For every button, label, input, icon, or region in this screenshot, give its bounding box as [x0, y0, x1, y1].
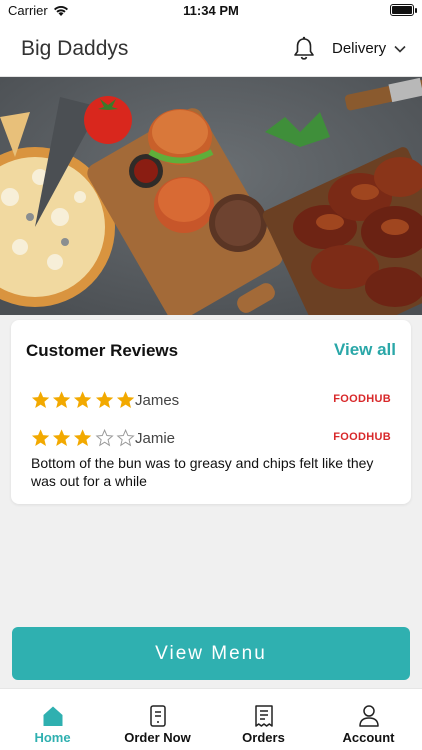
bottom-nav: Home Order Now Orders Account	[0, 688, 422, 750]
nav-home[interactable]: Home	[0, 689, 105, 750]
star-filled-icon	[95, 391, 113, 408]
reviewer-name: James	[135, 391, 180, 409]
status-bar: Carrier 11:34 PM	[0, 0, 422, 22]
star-filled-icon	[74, 391, 92, 408]
nav-label: Order Now	[124, 730, 191, 745]
reviewer-name: Jamie	[135, 429, 176, 447]
review-row: Jamie FOODHUB	[31, 427, 391, 449]
star-empty-icon	[95, 428, 114, 447]
foodhub-logo: FOODHUB	[333, 431, 391, 443]
food-banner-image	[0, 77, 422, 315]
delivery-selector[interactable]: Delivery	[332, 40, 406, 57]
star-rating	[31, 390, 135, 410]
nav-label: Home	[34, 730, 71, 745]
delivery-label: Delivery	[332, 40, 387, 57]
star-filled-icon	[74, 429, 92, 446]
nav-label: Orders	[242, 730, 285, 745]
star-filled-icon	[31, 391, 50, 408]
hero-banner	[0, 77, 422, 315]
nav-label: Account	[342, 730, 395, 745]
view-all-link[interactable]: View all	[334, 340, 396, 360]
nav-account[interactable]: Account	[316, 689, 421, 750]
battery-icon	[390, 4, 417, 16]
nav-order-now[interactable]: Order Now	[105, 689, 210, 750]
chevron-down-icon	[394, 45, 406, 53]
star-filled-icon	[53, 429, 71, 446]
reviews-card: Customer Reviews View all James FOODHUB …	[11, 320, 411, 504]
star-filled-icon	[53, 391, 71, 408]
star-empty-icon	[116, 428, 135, 447]
star-filled-icon	[116, 391, 135, 408]
star-rating	[31, 428, 135, 448]
restaurant-name: Big Daddys	[21, 37, 129, 60]
view-menu-button[interactable]: View Menu	[12, 627, 410, 680]
account-icon	[358, 705, 379, 727]
star-filled-icon	[31, 429, 50, 446]
receipt-icon	[254, 705, 273, 727]
nav-orders[interactable]: Orders	[211, 689, 316, 750]
bell-icon[interactable]	[292, 36, 316, 62]
reviews-title: Customer Reviews	[26, 341, 179, 360]
review-text: Bottom of the bun was to greasy and chip…	[31, 455, 374, 489]
home-icon	[43, 706, 62, 726]
foodhub-logo: FOODHUB	[333, 393, 391, 405]
status-time: 11:34 PM	[183, 3, 239, 18]
app-header: Big Daddys Delivery	[0, 22, 422, 77]
order-now-icon	[149, 705, 166, 727]
review-row: James FOODHUB	[31, 389, 391, 411]
